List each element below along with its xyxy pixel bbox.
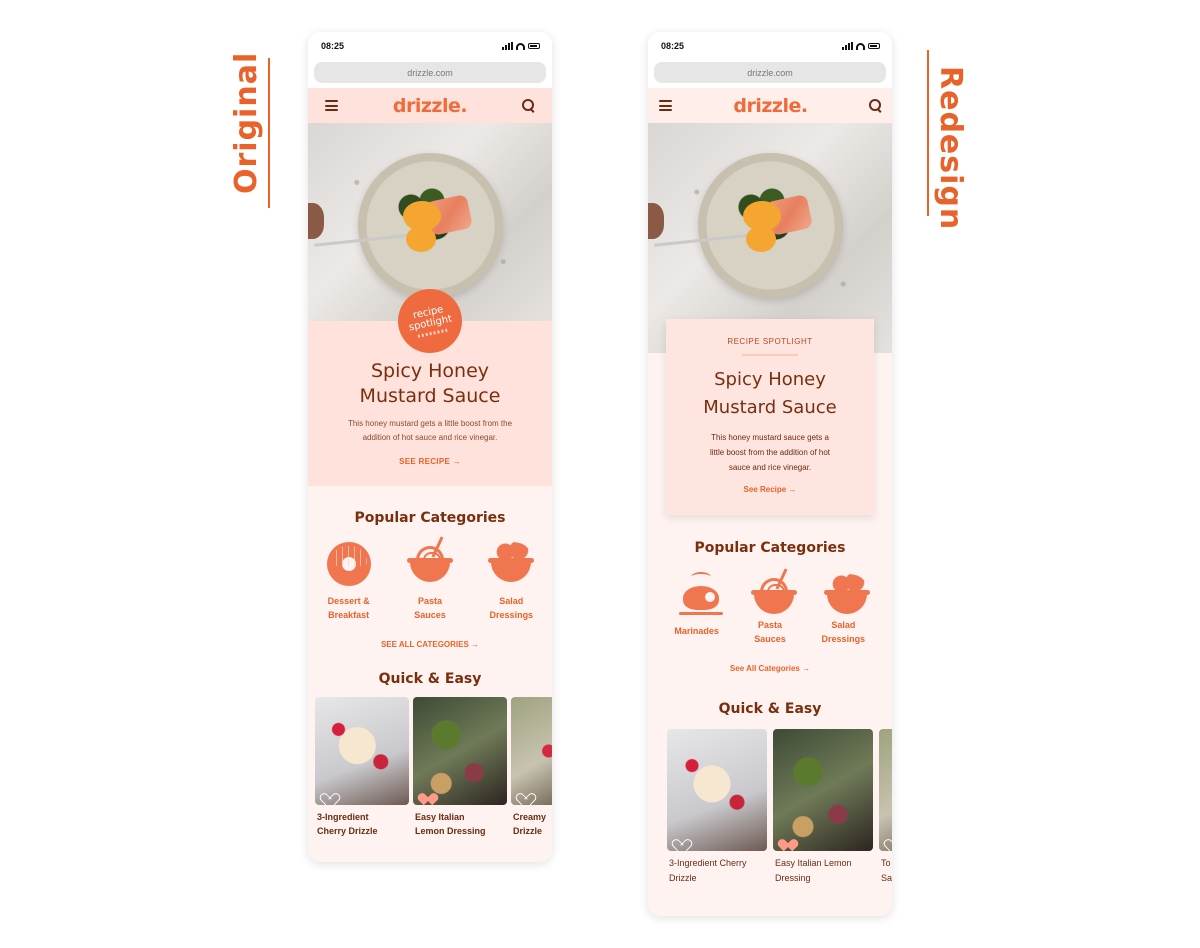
top-nav: drizzle. <box>308 88 552 123</box>
category-salad-dressings[interactable]: Salad Dressings <box>472 540 550 622</box>
roast-chicken-icon <box>677 572 723 615</box>
see-recipe-link[interactable]: SEE RECIPE → <box>324 457 536 466</box>
spotlight-kicker: RECIPE SPOTLIGHT <box>727 337 813 346</box>
recipe-carousel[interactable]: 3-Ingredient Cherry Drizzle Easy Italian … <box>648 729 892 886</box>
menu-icon[interactable] <box>659 100 672 111</box>
heart-filled-icon[interactable] <box>781 834 793 845</box>
wifi-icon <box>856 42 865 50</box>
see-recipe-link[interactable]: See Recipe → <box>684 485 856 494</box>
divider <box>742 354 798 356</box>
signal-icon <box>502 42 513 50</box>
spotlight-description: This honey mustard gets a little boost f… <box>347 419 513 442</box>
category-pasta-sauces[interactable]: Pasta Sauces <box>733 568 806 646</box>
heart-icon[interactable] <box>519 788 531 799</box>
redesign-phone: 08:25 drizzle.com drizzle. RECIPE SPOTLI… <box>648 32 892 916</box>
recipe-photo <box>511 697 552 805</box>
heart-filled-icon[interactable] <box>421 788 433 799</box>
pasta-bowl-icon <box>406 536 454 588</box>
battery-icon <box>528 43 540 49</box>
quick-easy-title: Quick & Easy <box>378 671 482 687</box>
donut-icon <box>325 540 373 588</box>
search-icon[interactable] <box>522 99 535 112</box>
spotlight-description: This honey mustard sauce gets a little b… <box>709 433 831 472</box>
original-phone: 08:25 drizzle.com drizzle. recipe spotli… <box>308 32 552 862</box>
recipe-photo <box>315 697 409 805</box>
status-time: 08:25 <box>661 41 685 51</box>
recipe-card[interactable]: 3-Ingredient Cherry Drizzle <box>667 729 767 886</box>
search-icon[interactable] <box>869 99 882 112</box>
battery-icon <box>868 43 880 49</box>
original-label: Original <box>229 51 264 194</box>
category-salad-dressings[interactable]: Salad Dressings <box>807 572 880 646</box>
status-bar: 08:25 <box>648 32 892 60</box>
recipe-card[interactable]: To Sa <box>879 729 892 886</box>
pasta-bowl-icon <box>750 568 797 614</box>
recipe-card[interactable]: 3-Ingredient Cherry Drizzle <box>315 697 409 838</box>
url-bar[interactable]: drizzle.com <box>654 62 886 83</box>
spotlight-title: Spicy Honey Mustard Sauce <box>703 369 837 418</box>
quick-easy-title: Quick & Easy <box>718 701 822 717</box>
popular-categories-title: Popular Categories <box>694 540 846 556</box>
see-all-categories-link[interactable]: SEE ALL CATEGORIES → <box>308 640 552 649</box>
category-list: Dessert & Breakfast Pasta Sauces Salad Dres… <box>308 536 552 622</box>
top-nav: drizzle. <box>648 88 892 123</box>
redesign-label: Redesign <box>933 66 968 231</box>
recipe-photo <box>773 729 873 851</box>
recipe-photo <box>879 729 892 851</box>
recipe-photo <box>667 729 767 851</box>
heart-icon[interactable] <box>323 788 335 799</box>
url-bar[interactable]: drizzle.com <box>314 62 546 83</box>
recipe-card[interactable]: Easy Italian Lemon Dressing <box>413 697 507 838</box>
category-marinades[interactable]: Marinades <box>660 572 733 646</box>
category-dessert-breakfast[interactable]: Dessert & Breakfast <box>310 540 388 622</box>
see-all-categories-link[interactable]: See All Categories → <box>648 664 892 673</box>
recipe-card[interactable]: Easy Italian Lemon Dressing <box>773 729 873 886</box>
status-bar: 08:25 <box>308 32 552 60</box>
category-list: Marinades Pasta Sauces Salad Dressings <box>648 568 892 646</box>
spotlight-title: Spicy Honey Mustard Sauce <box>359 360 501 407</box>
category-pasta-sauces[interactable]: Pasta Sauces <box>391 536 469 622</box>
original-divider <box>268 58 270 208</box>
recipe-photo <box>413 697 507 805</box>
recipe-card[interactable]: Creamy Drizzle <box>511 697 552 838</box>
status-time: 08:25 <box>321 41 345 51</box>
popular-categories-title: Popular Categories <box>354 510 506 526</box>
wifi-icon <box>516 42 525 50</box>
recipe-spotlight: recipe spotlight Spicy Honey Mustard Sau… <box>308 283 552 486</box>
brand-logo[interactable]: drizzle. <box>733 95 808 117</box>
signal-icon <box>842 42 853 50</box>
heart-icon[interactable] <box>675 834 687 845</box>
salad-bowl-icon <box>487 540 535 588</box>
salad-bowl-icon <box>823 572 871 614</box>
heart-icon[interactable] <box>887 834 892 845</box>
redesign-divider <box>927 50 929 216</box>
brand-logo[interactable]: drizzle. <box>393 95 468 117</box>
recipe-carousel[interactable]: 3-Ingredient Cherry Drizzle Easy Italian L… <box>308 697 552 838</box>
menu-icon[interactable] <box>325 100 338 111</box>
recipe-spotlight-card: RECIPE SPOTLIGHT Spicy Honey Mustard Sau… <box>666 319 874 515</box>
